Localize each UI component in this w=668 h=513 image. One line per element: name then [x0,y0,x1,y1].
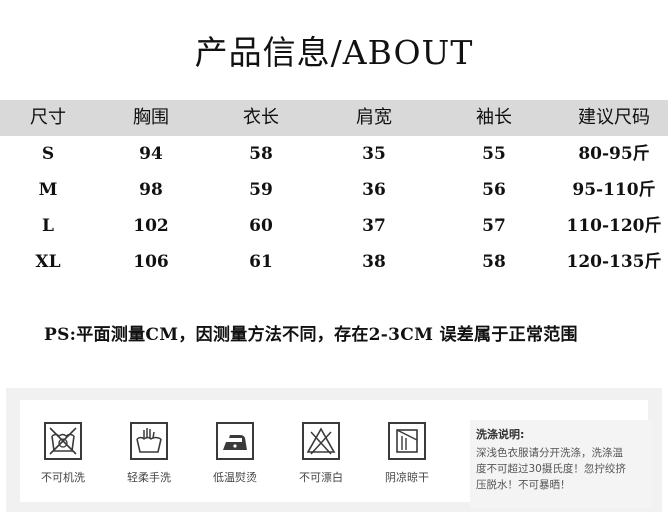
care-item: 低温熨烫 [200,400,270,485]
cell-length: 59 [249,180,273,200]
cell-shoulder: 35 [362,144,386,164]
care-panel: 不可机洗 轻柔手洗 低温熨烫 不可漂白 阴凉晾干 洗涤说明: 深浅色衣服请分开洗… [20,400,652,508]
care-label: 阴凉晾干 [385,471,429,484]
cell-shoulder: 38 [362,252,386,272]
low-iron-icon [216,422,254,460]
cell-size: L [42,216,54,236]
wash-line: 压脱水！不可暴晒！ [476,479,571,491]
cell-sleeve: 56 [482,180,506,200]
cell-sleeve: 55 [482,144,506,164]
shade-dry-icon [388,422,426,460]
table-row: L 102 60 37 57 110-120斤 [0,208,668,244]
cell-length: 60 [249,216,273,236]
header-chest: 胸围 [133,107,169,128]
header-shoulder: 肩宽 [356,107,392,128]
wash-title: 洗涤说明: [476,428,525,441]
cell-length: 58 [249,144,273,164]
care-section: 不可机洗 轻柔手洗 低温熨烫 不可漂白 阴凉晾干 洗涤说明: 深浅色衣服请分开洗… [6,388,662,512]
care-item: 轻柔手洗 [114,400,184,485]
cell-recommend: 120-135斤 [566,252,662,272]
table-row: M 98 59 36 56 95-110斤 [0,172,668,208]
cell-recommend: 95-110斤 [572,180,656,200]
table-row: XL 106 61 38 58 120-135斤 [0,244,668,280]
no-machine-wash-icon [44,422,82,460]
cell-sleeve: 58 [482,252,506,272]
header-sleeve: 袖长 [476,107,512,128]
care-label: 不可机洗 [41,471,85,484]
care-item: 阴凉晾干 [372,400,442,485]
cell-recommend: 80-95斤 [578,144,650,164]
header-recommend: 建议尺码 [578,107,650,128]
wash-line: 度不可超过30摄氏度！忽拧绞挤 [476,463,626,475]
page-title: 产品信息/ABOUT [194,33,474,72]
measurement-note: PS:平面测量CM，因测量方法不同，存在2-3CM 误差属于正常范围 [44,325,578,345]
cell-chest: 98 [139,180,163,200]
cell-length: 61 [249,252,273,272]
no-bleach-icon [302,422,340,460]
cell-recommend: 110-120斤 [566,216,662,236]
cell-sleeve: 57 [482,216,506,236]
hand-wash-icon [130,422,168,460]
size-table: 尺寸 胸围 衣长 肩宽 袖长 建议尺码 S 94 58 35 55 80-95斤… [0,100,668,280]
cell-shoulder: 37 [362,216,386,236]
cell-shoulder: 36 [362,180,386,200]
cell-size: XL [35,252,61,272]
wash-line: 深浅色衣服请分开洗涤，洗涤温 [476,447,623,459]
care-item: 不可漂白 [286,400,356,485]
cell-size: S [41,144,55,164]
cell-chest: 94 [139,144,163,164]
care-label: 不可漂白 [299,471,343,484]
care-label: 轻柔手洗 [127,471,171,484]
cell-size: M [38,180,58,200]
cell-chest: 106 [133,252,169,272]
care-label: 低温熨烫 [213,471,257,484]
table-header-row: 尺寸 胸围 衣长 肩宽 袖长 建议尺码 [0,100,668,136]
header-length: 衣长 [243,107,279,128]
header-size: 尺寸 [30,107,66,128]
table-row: S 94 58 35 55 80-95斤 [0,136,668,172]
wash-instructions: 洗涤说明: 深浅色衣服请分开洗涤，洗涤温 度不可超过30摄氏度！忽拧绞挤 压脱水… [470,420,652,508]
cell-chest: 102 [133,216,169,236]
care-item: 不可机洗 [28,400,98,485]
